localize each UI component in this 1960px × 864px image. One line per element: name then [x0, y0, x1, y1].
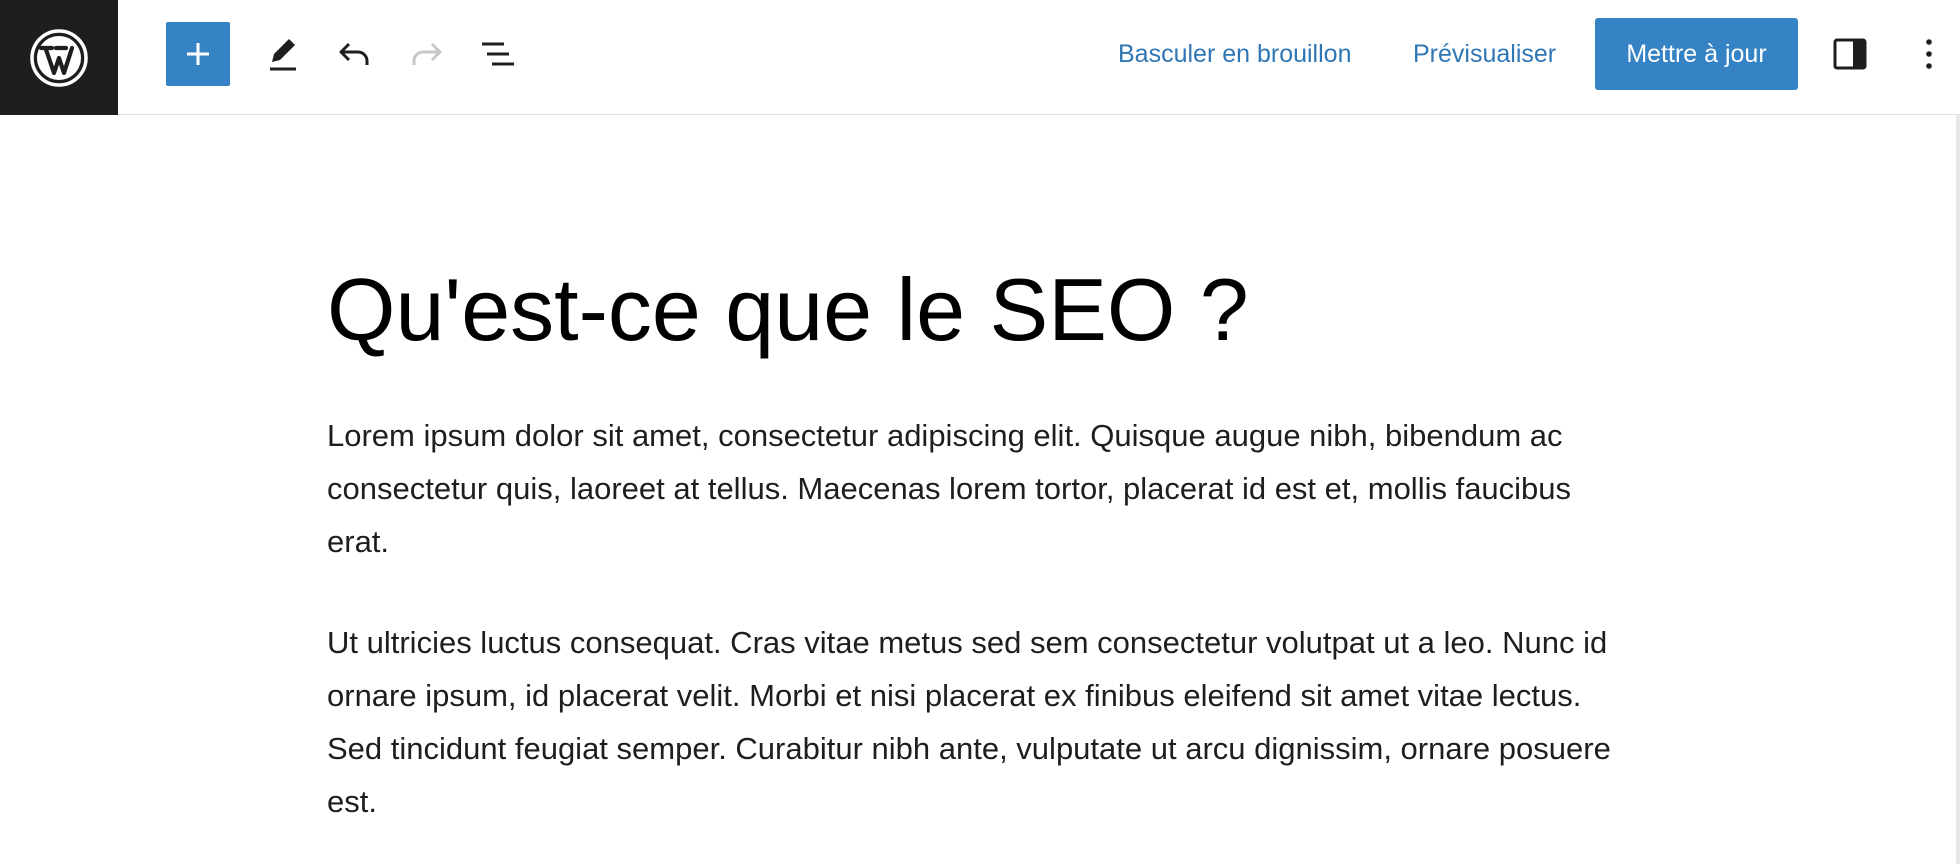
editor-scrollbar[interactable] — [1956, 115, 1960, 864]
tools-button[interactable] — [250, 22, 314, 86]
more-vertical-icon — [1926, 39, 1932, 69]
sidebar-toggle-icon — [1833, 38, 1867, 70]
plus-icon — [187, 43, 209, 65]
settings-toggle-button[interactable] — [1818, 22, 1882, 86]
add-block-button[interactable] — [166, 22, 230, 86]
paragraph-block[interactable]: Lorem ipsum dolor sit amet, consectetur … — [327, 409, 1627, 568]
redo-button[interactable] — [395, 22, 459, 86]
paragraph-block[interactable]: Ut ultricies luctus consequat. Cras vita… — [327, 616, 1627, 828]
switch-to-draft-button[interactable]: Basculer en brouillon — [1118, 34, 1351, 74]
update-button[interactable]: Mettre à jour — [1595, 18, 1798, 90]
post-title[interactable]: Qu'est-ce que le SEO ? — [327, 255, 1249, 365]
list-view-button[interactable] — [466, 22, 530, 86]
wordpress-logo-button[interactable] — [0, 0, 118, 115]
undo-icon — [339, 42, 369, 65]
list-view-icon — [482, 42, 514, 66]
preview-button[interactable]: Prévisualiser — [1413, 34, 1556, 74]
pencil-icon — [270, 39, 296, 71]
editor-header: Basculer en brouillon Prévisualiser Mett… — [0, 0, 1960, 115]
undo-button[interactable] — [322, 22, 386, 86]
wordpress-logo-icon — [30, 28, 88, 87]
options-button[interactable] — [1897, 22, 1960, 86]
redo-icon — [412, 42, 442, 65]
